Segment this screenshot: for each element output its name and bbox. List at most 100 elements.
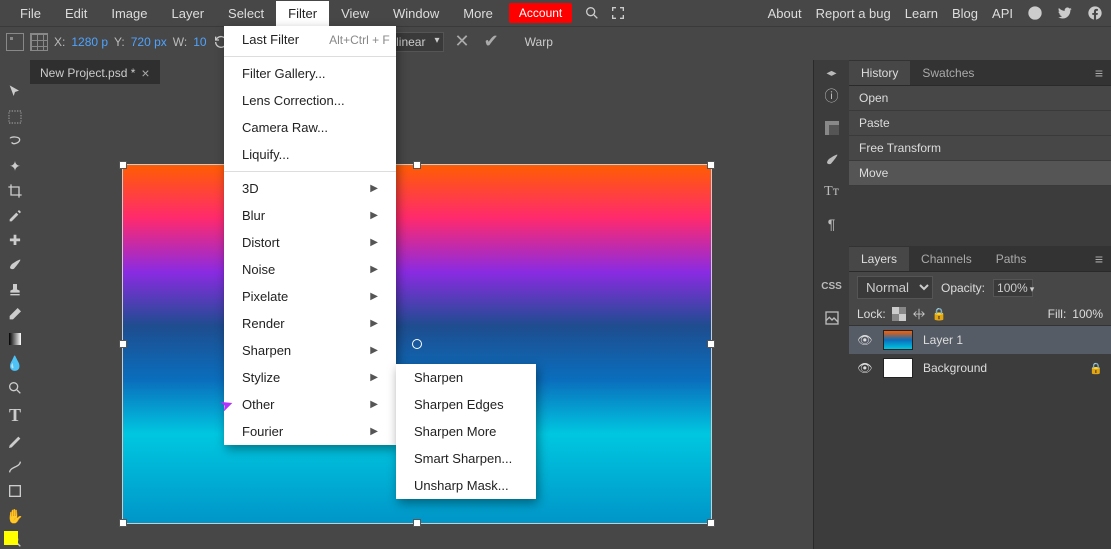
hand-tool[interactable]: ✋ <box>4 508 26 525</box>
panel-menu-icon[interactable]: ≡ <box>1087 251 1111 267</box>
channels-tab[interactable]: Channels <box>909 247 984 271</box>
link-api[interactable]: API <box>992 6 1013 21</box>
layer-row[interactable]: 👁 Layer 1 <box>849 326 1111 354</box>
filter-gallery[interactable]: Filter Gallery... <box>224 60 396 87</box>
dodge-tool[interactable] <box>4 380 26 397</box>
lock-move-icon[interactable] <box>912 307 926 321</box>
warp-button[interactable]: Warp <box>525 35 553 49</box>
paragraph-panel-icon[interactable]: ¶ <box>814 208 850 240</box>
stamp-tool[interactable] <box>4 281 26 298</box>
menu-window[interactable]: Window <box>381 1 451 26</box>
filter-lens-correction[interactable]: Lens Correction... <box>224 87 396 114</box>
filter-other[interactable]: Other▶ <box>224 391 396 418</box>
foreground-color-swatch[interactable] <box>4 531 18 545</box>
wand-tool[interactable]: ✦ <box>4 158 26 175</box>
menu-filter[interactable]: Filter <box>276 1 329 26</box>
filter-last[interactable]: Last Filter Alt+Ctrl + F <box>224 26 396 53</box>
sharpen-edges-item[interactable]: Sharpen Edges <box>396 391 536 418</box>
menu-select[interactable]: Select <box>216 1 276 26</box>
move-tool[interactable] <box>4 84 26 101</box>
menu-more[interactable]: More <box>451 1 505 26</box>
history-item-paste[interactable]: Paste <box>849 111 1111 136</box>
eraser-tool[interactable] <box>4 306 26 323</box>
shape-tool[interactable] <box>4 483 26 500</box>
lock-all-icon[interactable]: 🔒 <box>932 307 947 321</box>
history-tab[interactable]: History <box>849 61 910 85</box>
history-item-open[interactable]: Open <box>849 86 1111 111</box>
filter-liquify[interactable]: Liquify... <box>224 141 396 168</box>
brush-tool[interactable] <box>4 257 26 274</box>
menu-view[interactable]: View <box>329 1 381 26</box>
history-item-move[interactable]: Move <box>849 161 1111 186</box>
link-report-bug[interactable]: Report a bug <box>816 6 891 21</box>
menu-edit[interactable]: Edit <box>53 1 99 26</box>
reddit-icon[interactable] <box>1027 5 1043 21</box>
filter-stylize[interactable]: Stylize▶ <box>224 364 396 391</box>
expand-panels-icon[interactable]: ◂▸ <box>814 66 850 80</box>
transform-handle-mr[interactable] <box>707 340 715 348</box>
layer-name[interactable]: Layer 1 <box>923 333 963 347</box>
transform-center-icon[interactable] <box>412 339 422 349</box>
x-value[interactable]: 1280 p <box>71 35 108 49</box>
sharpen-more-item[interactable]: Sharpen More <box>396 418 536 445</box>
swatches-tab[interactable]: Swatches <box>910 61 986 85</box>
close-tab-icon[interactable]: × <box>141 65 149 81</box>
filter-camera-raw[interactable]: Camera Raw... <box>224 114 396 141</box>
blur-tool[interactable]: 💧 <box>4 355 26 372</box>
transform-origin-icon[interactable] <box>6 33 24 51</box>
transform-handle-tr[interactable] <box>707 161 715 169</box>
layer-row[interactable]: 👁 Background 🔒 <box>849 354 1111 382</box>
fullscreen-icon[interactable] <box>610 5 626 21</box>
menu-file[interactable]: File <box>8 1 53 26</box>
character-panel-icon[interactable]: Tᴛ <box>814 176 850 208</box>
paths-tab[interactable]: Paths <box>984 247 1039 271</box>
panel-menu-icon[interactable]: ≡ <box>1087 65 1111 81</box>
blend-mode-select[interactable]: Normal <box>857 276 933 299</box>
visibility-icon[interactable]: 👁 <box>857 333 873 347</box>
filter-sharpen[interactable]: Sharpen▶ <box>224 337 396 364</box>
fill-input[interactable]: 100% <box>1072 307 1103 321</box>
reference-grid-icon[interactable] <box>30 33 48 51</box>
gradient-tool[interactable] <box>4 331 26 348</box>
unsharp-mask-item[interactable]: Unsharp Mask... <box>396 472 536 499</box>
search-icon[interactable] <box>584 5 600 21</box>
link-learn[interactable]: Learn <box>905 6 938 21</box>
facebook-icon[interactable] <box>1087 5 1103 21</box>
layer-name[interactable]: Background <box>923 361 987 375</box>
filter-fourier[interactable]: Fourier▶ <box>224 418 396 445</box>
account-button[interactable]: Account <box>509 3 572 23</box>
image-panel-icon[interactable] <box>814 302 850 334</box>
path-tool[interactable] <box>4 458 26 475</box>
marquee-tool[interactable] <box>4 109 26 126</box>
filter-distort[interactable]: Distort▶ <box>224 229 396 256</box>
link-blog[interactable]: Blog <box>952 6 978 21</box>
menu-image[interactable]: Image <box>99 1 159 26</box>
twitter-icon[interactable] <box>1057 5 1073 21</box>
filter-render[interactable]: Render▶ <box>224 310 396 337</box>
transform-handle-br[interactable] <box>707 519 715 527</box>
layer-thumbnail[interactable] <box>883 330 913 350</box>
cancel-transform-icon[interactable]: ✕ <box>450 31 473 52</box>
commit-transform-icon[interactable]: ✔ <box>480 31 503 52</box>
layer-thumbnail[interactable] <box>883 358 913 378</box>
smart-sharpen-item[interactable]: Smart Sharpen... <box>396 445 536 472</box>
sharpen-item[interactable]: Sharpen <box>396 364 536 391</box>
transform-handle-bm[interactable] <box>413 519 421 527</box>
brush-panel-icon[interactable] <box>814 144 850 176</box>
eyedropper-tool[interactable] <box>4 207 26 224</box>
transform-handle-tm[interactable] <box>413 161 421 169</box>
visibility-icon[interactable]: 👁 <box>857 361 873 375</box>
lasso-tool[interactable] <box>4 133 26 150</box>
transform-handle-bl[interactable] <box>119 519 127 527</box>
css-panel-icon[interactable]: CSS <box>814 270 850 302</box>
type-tool[interactable]: T <box>4 405 26 426</box>
menu-layer[interactable]: Layer <box>160 1 217 26</box>
lock-transparency-icon[interactable] <box>892 307 906 321</box>
w-value[interactable]: 10 <box>193 35 206 49</box>
filter-pixelate[interactable]: Pixelate▶ <box>224 283 396 310</box>
heal-tool[interactable]: ✚ <box>4 232 26 249</box>
document-tab[interactable]: New Project.psd * × <box>30 60 160 86</box>
history-item-free-transform[interactable]: Free Transform <box>849 136 1111 161</box>
layers-tab[interactable]: Layers <box>849 247 909 271</box>
filter-noise[interactable]: Noise▶ <box>224 256 396 283</box>
